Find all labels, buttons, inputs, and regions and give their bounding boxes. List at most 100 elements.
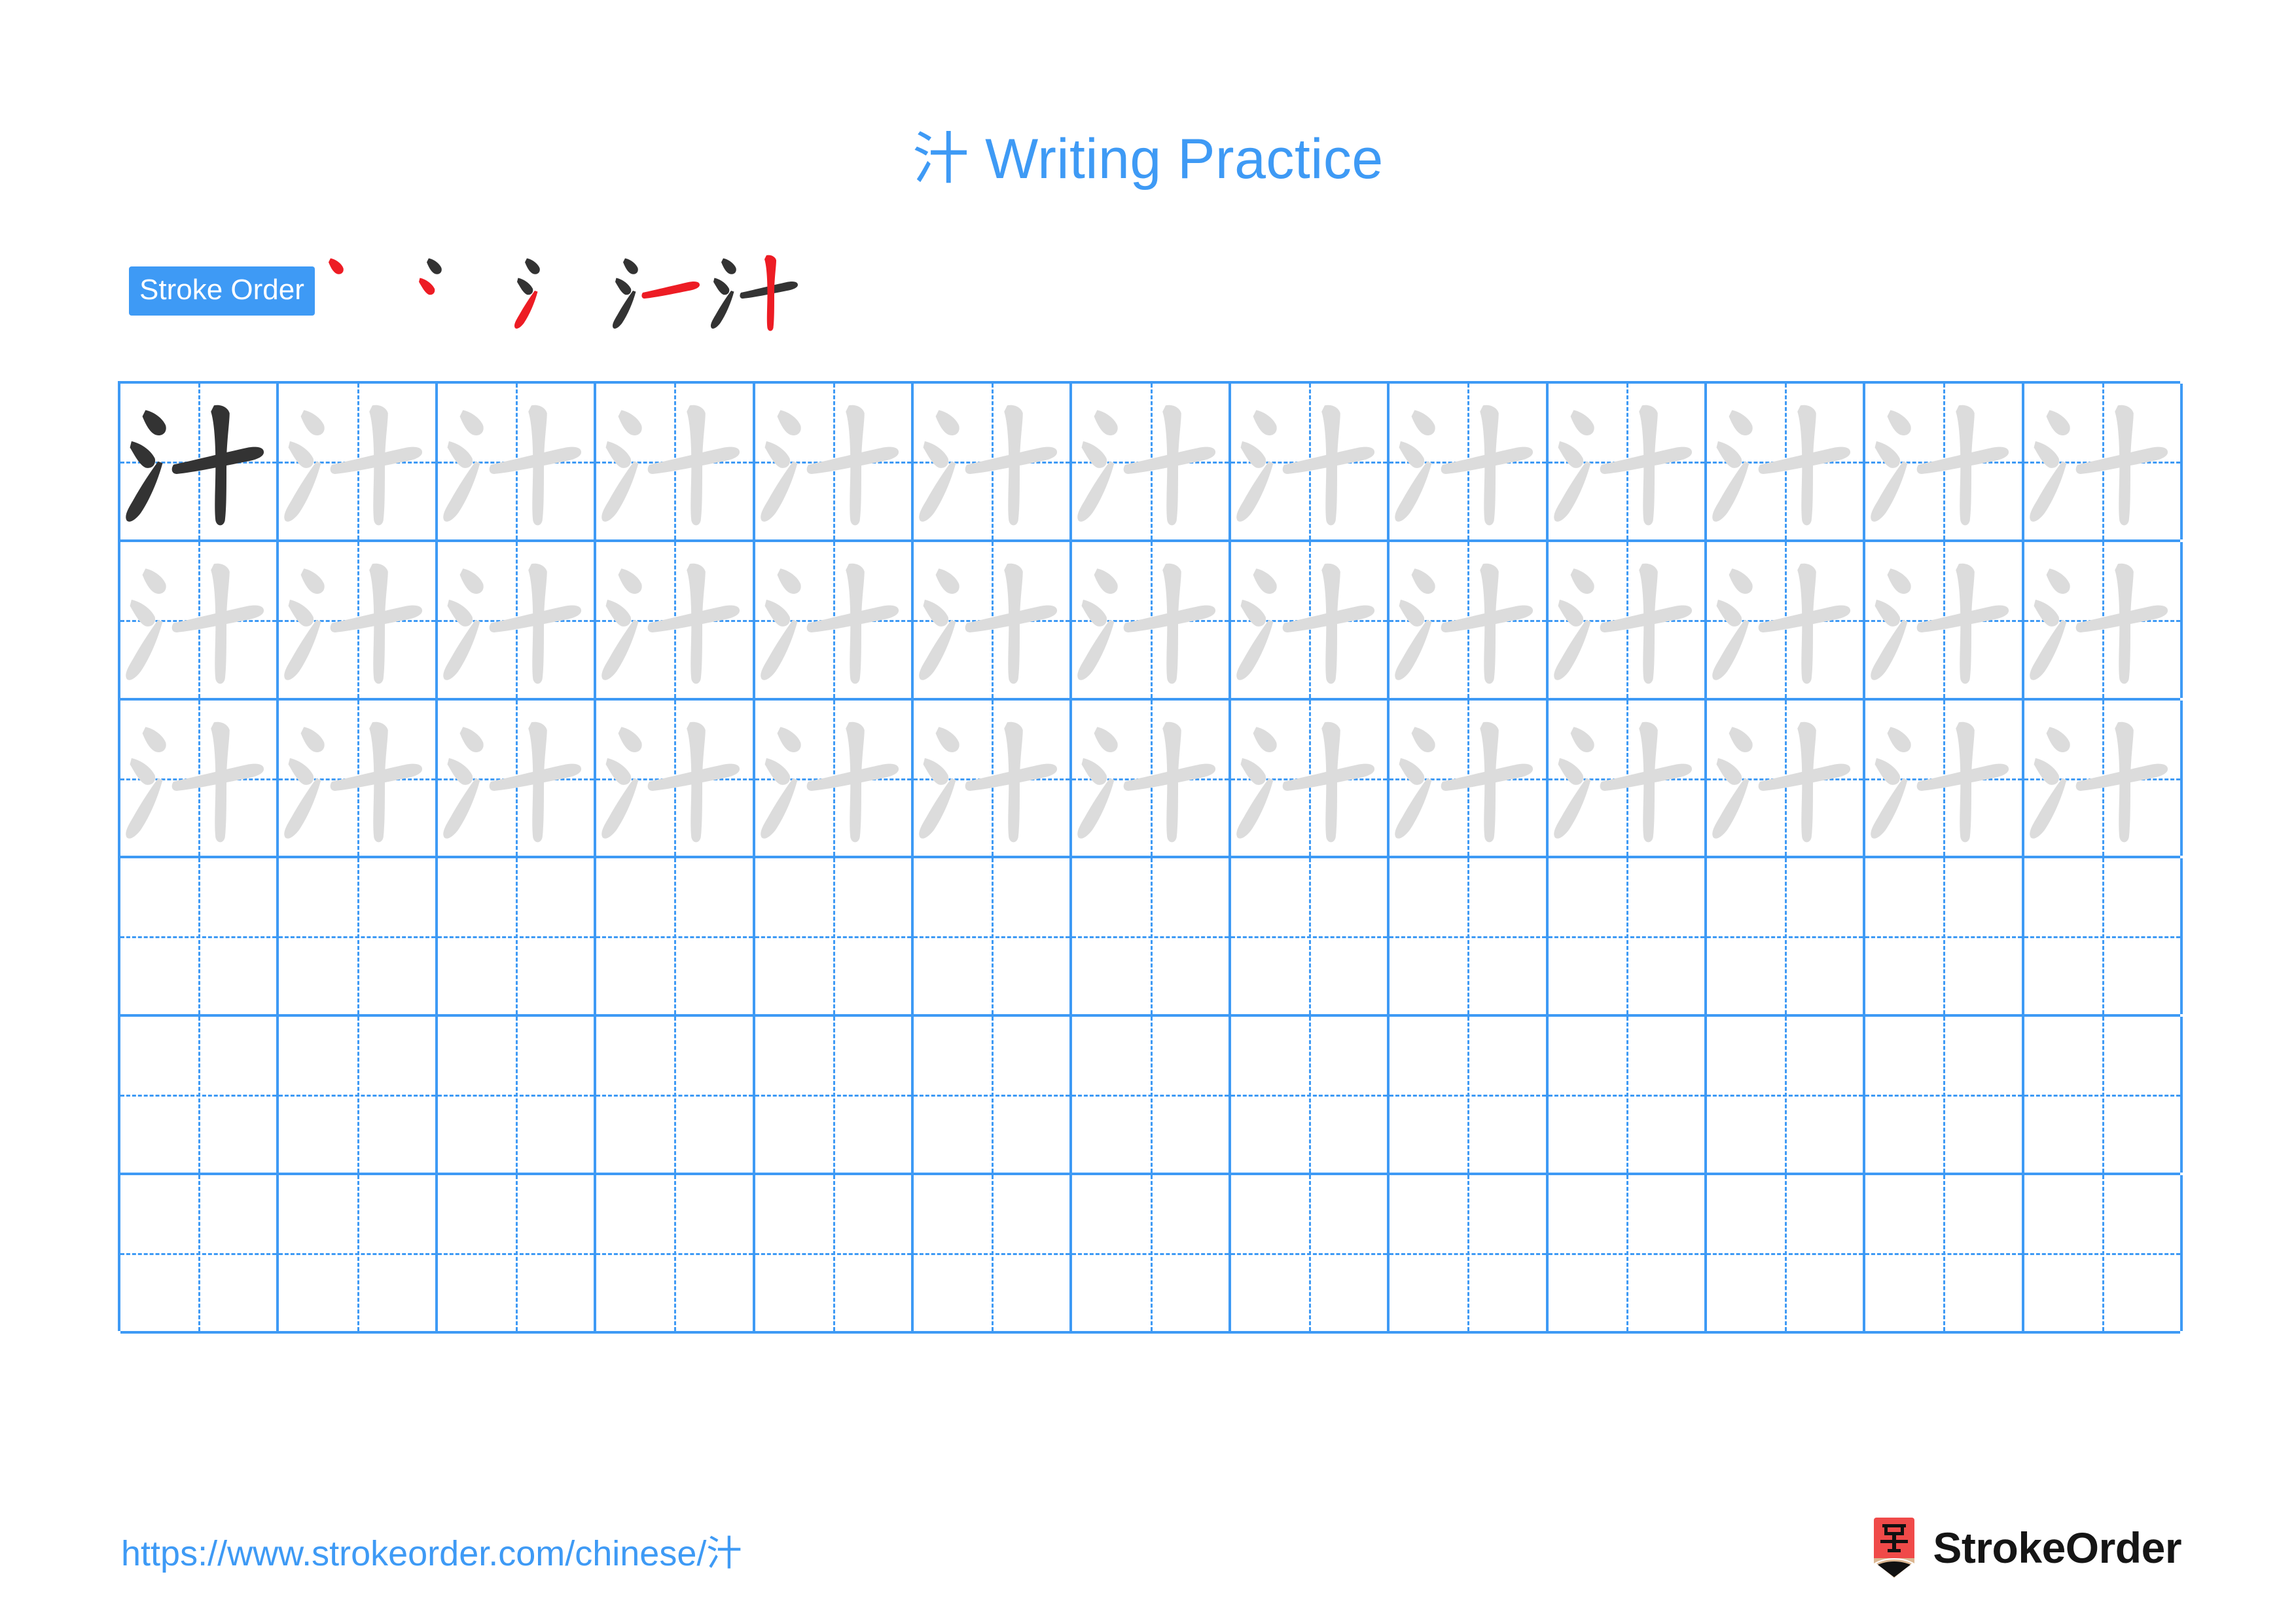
practice-cell-trace[interactable] xyxy=(1390,384,1549,539)
practice-cell-empty[interactable] xyxy=(1865,1017,2024,1173)
practice-cell-empty[interactable] xyxy=(596,1175,755,1331)
practice-cell-trace[interactable] xyxy=(1865,700,2024,856)
practice-cell-trace[interactable] xyxy=(437,384,597,539)
practice-cell-trace[interactable] xyxy=(913,541,1073,698)
practice-cell-empty[interactable] xyxy=(1548,1017,1707,1173)
practice-grid-row xyxy=(120,1175,2183,1334)
stroke-step-1 xyxy=(315,242,413,340)
practice-cell-trace[interactable] xyxy=(437,541,597,698)
practice-cell-trace[interactable] xyxy=(755,541,914,698)
practice-cell-empty[interactable] xyxy=(1706,1175,1866,1331)
practice-cell-model[interactable] xyxy=(120,384,279,539)
practice-grid-row xyxy=(120,858,2183,1017)
practice-cell-empty[interactable] xyxy=(1706,858,1866,1015)
practice-cell-empty[interactable] xyxy=(1548,858,1707,1015)
practice-cell-trace[interactable] xyxy=(279,384,438,539)
practice-cell-empty[interactable] xyxy=(2024,1175,2183,1331)
practice-cell-empty[interactable] xyxy=(1072,858,1231,1015)
practice-cell-trace[interactable] xyxy=(596,700,755,856)
practice-cell-empty[interactable] xyxy=(437,1175,597,1331)
stroke-step-4 xyxy=(609,242,708,340)
practice-cell-trace[interactable] xyxy=(1072,541,1231,698)
practice-cell-empty[interactable] xyxy=(120,1017,279,1173)
trace-character-glyph xyxy=(914,701,1069,856)
practice-cell-empty[interactable] xyxy=(279,1175,438,1331)
practice-cell-empty[interactable] xyxy=(120,1175,279,1331)
trace-character-glyph xyxy=(120,701,276,856)
practice-cell-trace[interactable] xyxy=(2024,700,2183,856)
practice-cell-empty[interactable] xyxy=(1390,1175,1549,1331)
practice-cell-empty[interactable] xyxy=(596,858,755,1015)
practice-cell-trace[interactable] xyxy=(1548,384,1707,539)
trace-character-glyph xyxy=(1231,701,1387,856)
practice-cell-empty[interactable] xyxy=(1072,1175,1231,1331)
page-title: 汁 Writing Practice xyxy=(912,128,1384,191)
practice-cell-trace[interactable] xyxy=(913,384,1073,539)
practice-cell-trace[interactable] xyxy=(755,384,914,539)
practice-cell-empty[interactable] xyxy=(1390,1017,1549,1173)
practice-cell-trace[interactable] xyxy=(1390,700,1549,856)
practice-cell-empty[interactable] xyxy=(437,1017,597,1173)
practice-cell-trace[interactable] xyxy=(1230,384,1390,539)
trace-character-glyph xyxy=(279,542,435,698)
practice-cell-empty[interactable] xyxy=(1865,858,2024,1015)
footer-url[interactable]: https://www.strokeorder.com/chinese/汁 xyxy=(121,1524,742,1576)
trace-character-glyph xyxy=(438,701,594,856)
practice-cell-trace[interactable] xyxy=(437,700,597,856)
practice-cell-trace[interactable] xyxy=(596,541,755,698)
practice-cell-empty[interactable] xyxy=(1390,858,1549,1015)
practice-cell-trace[interactable] xyxy=(913,700,1073,856)
practice-cell-empty[interactable] xyxy=(1706,1017,1866,1173)
practice-cell-trace[interactable] xyxy=(1548,541,1707,698)
practice-cell-empty[interactable] xyxy=(755,1017,914,1173)
practice-cell-trace[interactable] xyxy=(1072,700,1231,856)
trace-character-glyph xyxy=(1865,542,2021,698)
practice-cell-trace[interactable] xyxy=(279,700,438,856)
practice-cell-empty[interactable] xyxy=(120,858,279,1015)
practice-cell-trace[interactable] xyxy=(2024,541,2183,698)
pencil-logo-icon xyxy=(1874,1518,1915,1578)
practice-cell-empty[interactable] xyxy=(2024,858,2183,1015)
practice-cell-empty[interactable] xyxy=(437,858,597,1015)
practice-cell-empty[interactable] xyxy=(596,1017,755,1173)
practice-cell-trace[interactable] xyxy=(279,541,438,698)
practice-cell-trace[interactable] xyxy=(120,700,279,856)
practice-cell-empty[interactable] xyxy=(1230,1017,1390,1173)
practice-cell-empty[interactable] xyxy=(1072,1017,1231,1173)
practice-cell-empty[interactable] xyxy=(755,858,914,1015)
trace-character-glyph xyxy=(438,542,594,698)
practice-cell-trace[interactable] xyxy=(1548,700,1707,856)
trace-character-glyph xyxy=(914,542,1069,698)
practice-cell-empty[interactable] xyxy=(913,1017,1073,1173)
practice-cell-trace[interactable] xyxy=(1706,700,1866,856)
practice-cell-trace[interactable] xyxy=(1390,541,1549,698)
practice-cell-empty[interactable] xyxy=(755,1175,914,1331)
practice-cell-trace[interactable] xyxy=(1706,384,1866,539)
practice-cell-empty[interactable] xyxy=(279,858,438,1015)
stroke-step-2 xyxy=(413,242,511,340)
practice-cell-trace[interactable] xyxy=(1865,384,2024,539)
practice-grid-row xyxy=(120,384,2183,542)
practice-cell-trace[interactable] xyxy=(1230,541,1390,698)
practice-cell-empty[interactable] xyxy=(279,1017,438,1173)
practice-cell-trace[interactable] xyxy=(596,384,755,539)
practice-grid-row xyxy=(120,700,2183,859)
practice-cell-empty[interactable] xyxy=(2024,1017,2183,1173)
practice-cell-trace[interactable] xyxy=(755,700,914,856)
practice-cell-trace[interactable] xyxy=(1230,700,1390,856)
trace-character-glyph xyxy=(1231,542,1387,698)
practice-cell-trace[interactable] xyxy=(2024,384,2183,539)
brand-logo[interactable]: StrokeOrder xyxy=(1870,1518,2181,1578)
practice-cell-trace[interactable] xyxy=(120,541,279,698)
practice-cell-empty[interactable] xyxy=(1548,1175,1707,1331)
practice-cell-empty[interactable] xyxy=(913,1175,1073,1331)
trace-character-glyph xyxy=(279,384,435,539)
trace-character-glyph xyxy=(1707,701,1863,856)
practice-cell-trace[interactable] xyxy=(1706,541,1866,698)
practice-cell-empty[interactable] xyxy=(1230,1175,1390,1331)
practice-cell-empty[interactable] xyxy=(913,858,1073,1015)
practice-cell-empty[interactable] xyxy=(1230,858,1390,1015)
practice-cell-trace[interactable] xyxy=(1865,541,2024,698)
practice-cell-trace[interactable] xyxy=(1072,384,1231,539)
practice-cell-empty[interactable] xyxy=(1865,1175,2024,1331)
